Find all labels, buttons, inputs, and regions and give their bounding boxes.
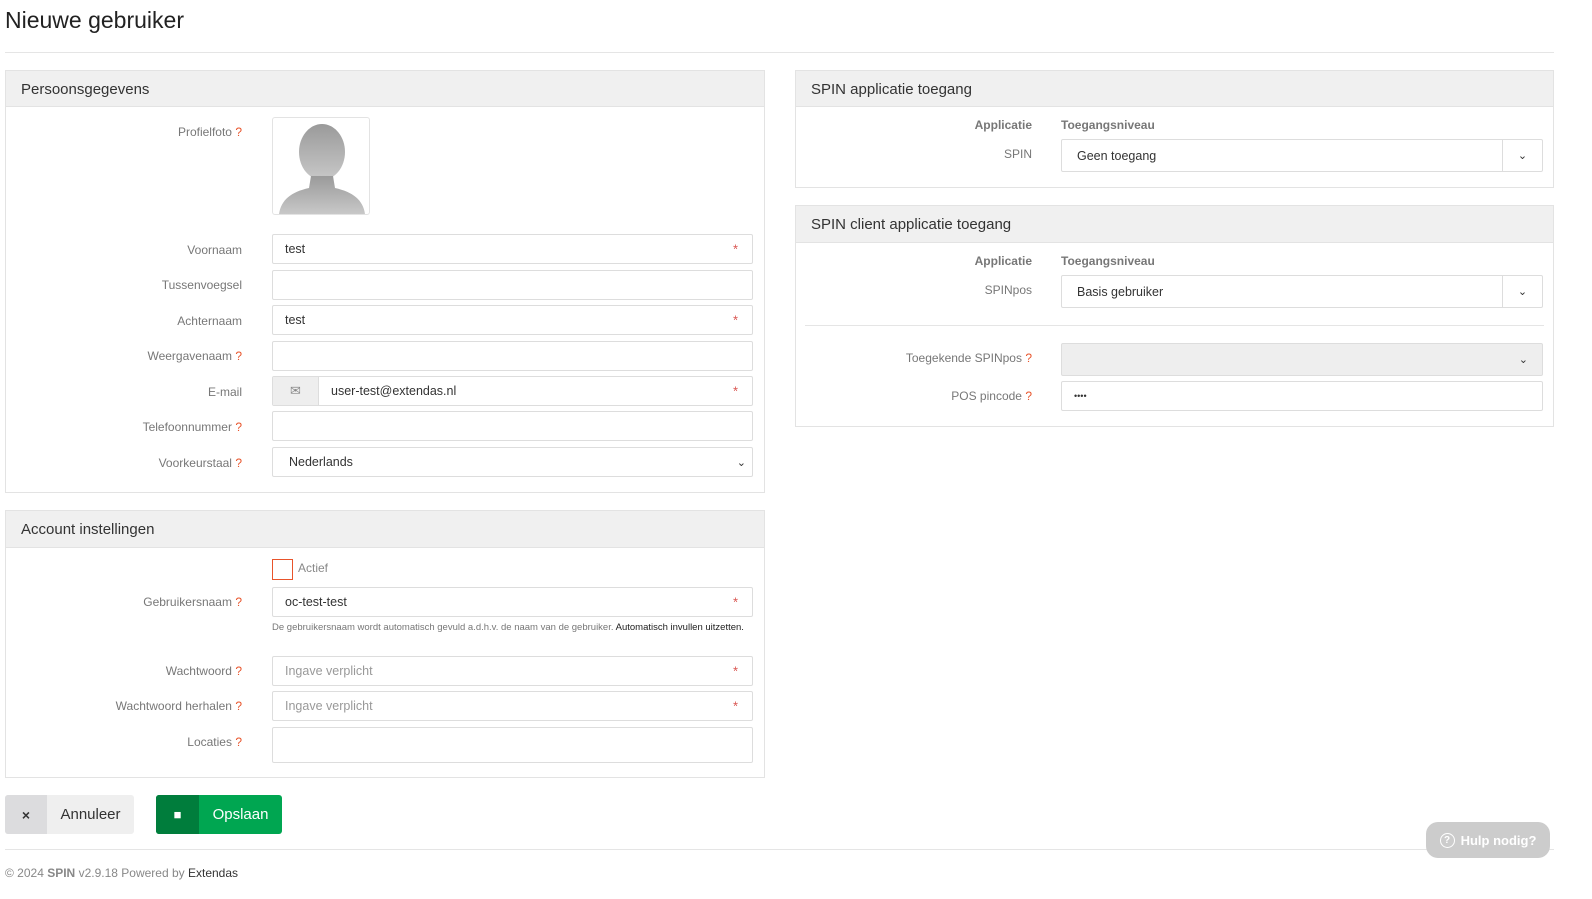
chevron-down-icon: ⌄	[736, 456, 746, 469]
pos-pincode-input[interactable]: ••••	[1061, 381, 1543, 411]
infix-label: Tussenvoegsel	[161, 278, 242, 292]
last-name-input[interactable]: test *	[272, 305, 753, 335]
save-icon: ■	[156, 795, 199, 834]
column-header-level: Toegangsniveau	[1061, 118, 1155, 132]
envelope-icon: ✉	[273, 377, 319, 405]
chevron-down-icon: ⌄	[1502, 140, 1542, 171]
question-circle-icon: ?	[1439, 832, 1455, 848]
pos-pincode-label: POS pincode ?	[951, 389, 1032, 403]
chevron-down-icon: ⌄	[1502, 276, 1542, 307]
first-name-input[interactable]: test *	[272, 234, 753, 264]
chevron-down-icon: ⌄	[1518, 354, 1528, 366]
password-repeat-label: Wachtwoord herhalen ?	[115, 699, 242, 713]
phone-label: Telefoonnummer ?	[142, 420, 242, 434]
panel-header: Persoonsgegevens	[6, 71, 764, 107]
assigned-spinpos-label: Toegekende SPINpos ?	[905, 351, 1032, 365]
column-header-app: Applicatie	[974, 254, 1032, 268]
active-label: Actief	[298, 561, 329, 575]
panel-header: Account instellingen	[6, 511, 764, 548]
disable-autofill-link[interactable]: Automatisch invullen uitzetten.	[616, 622, 744, 633]
email-label: E-mail	[207, 385, 242, 399]
avatar-placeholder-icon	[279, 124, 365, 214]
email-input[interactable]: ✉ user-test@extendas.nl *	[272, 376, 753, 406]
active-checkbox[interactable]	[272, 559, 293, 580]
first-name-label: Voornaam	[187, 243, 242, 257]
locations-input[interactable]	[272, 727, 753, 763]
last-name-label: Achternaam	[177, 314, 242, 328]
display-name-input[interactable]	[272, 341, 753, 371]
profile-photo[interactable]	[272, 117, 370, 215]
app-name: SPIN	[1003, 147, 1032, 161]
panel-header: SPIN client applicatie toegang	[796, 206, 1553, 243]
language-select[interactable]: Nederlands ⌄	[272, 447, 753, 477]
panel-header: SPIN applicatie toegang	[796, 71, 1553, 107]
close-icon: ×	[5, 795, 47, 834]
profile-photo-label: Profielfoto ?	[177, 125, 242, 139]
footer: © 2024 SPIN v2.9.18 Powered by Extendas	[5, 866, 239, 880]
save-button[interactable]: ■ Opslaan	[156, 795, 282, 834]
assigned-spinpos-select[interactable]: ⌄	[1061, 343, 1543, 376]
footer-divider	[5, 849, 1554, 850]
locations-label: Locaties ?	[187, 735, 242, 749]
username-label: Gebruikersnaam ?	[143, 595, 242, 609]
divider	[805, 325, 1544, 326]
page-title: Nieuwe gebruiker	[5, 7, 184, 33]
language-label: Voorkeurstaal ?	[158, 456, 242, 470]
password-input[interactable]: Ingave verplicht *	[272, 656, 753, 686]
help-button[interactable]: ? Hulp nodig?	[1426, 822, 1550, 858]
phone-input[interactable]	[272, 411, 753, 441]
username-input[interactable]: oc-test-test *	[272, 587, 753, 617]
spinpos-access-level-select[interactable]: Basis gebruiker ⌄	[1061, 275, 1543, 308]
infix-input[interactable]	[272, 270, 753, 300]
divider	[5, 52, 1554, 53]
password-label: Wachtwoord ?	[165, 664, 242, 678]
column-header-level: Toegangsniveau	[1061, 254, 1155, 268]
username-help: De gebruikersnaam wordt automatisch gevu…	[272, 622, 744, 633]
extendas-link[interactable]: Extendas	[188, 866, 238, 880]
column-header-app: Applicatie	[974, 118, 1032, 132]
display-name-label: Weergavenaam ?	[147, 349, 242, 363]
password-repeat-input[interactable]: Ingave verplicht *	[272, 691, 753, 721]
app-name: SPINpos	[984, 283, 1032, 297]
spin-access-level-select[interactable]: Geen toegang ⌄	[1061, 139, 1543, 172]
cancel-button[interactable]: × Annuleer	[5, 795, 134, 834]
